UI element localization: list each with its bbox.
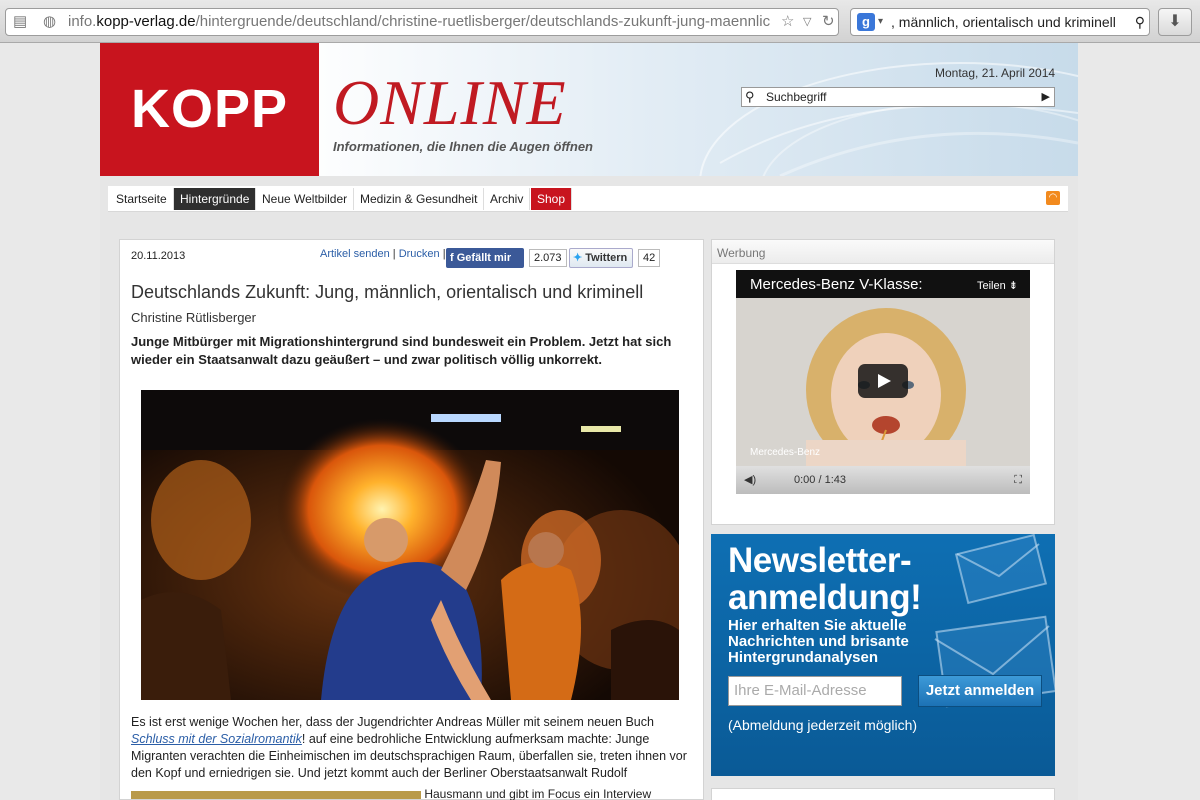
kopp-logo[interactable]: KOPP [100,43,319,176]
twitter-bird-icon: ✦ [573,252,586,264]
search-icon: ⚲ [745,89,755,104]
video-player[interactable]: Mercedes-Benz V-Klasse: Teilen ⇟ Mercede… [736,270,1030,494]
ad-label: Werbung [717,246,766,260]
body-more-text: Hausmann und gibt im Focus ein Interview [424,787,652,800]
newsletter-title: Newsletter-anmeldung! [728,541,922,617]
nav-item-medizin-gesundheit[interactable]: Medizin & Gesundheit [354,188,485,210]
browser-search-bar[interactable]: g ▾ , männlich, orientalisch und krimine… [850,8,1150,36]
email-field[interactable]: Ihre E-Mail-Adresse [728,676,902,706]
nav-item-neue-weltbilder[interactable]: Neue Weltbilder [256,188,355,210]
tagline: Informationen, die Ihnen die Augen öffne… [333,139,593,154]
body-start: Es ist erst wenige Wochen her, dass der … [131,715,654,729]
video-title[interactable]: Mercedes-Benz V-Klasse: [750,276,923,293]
globe-icon: ◍ [43,13,57,30]
share-button[interactable]: Teilen ⇟ [977,279,1018,292]
tweet-count: 42 [638,249,661,267]
video-time: 0:00 / 1:43 [794,474,846,486]
search-placeholder: Suchbegriff [766,90,827,104]
share-label: Teilen [976,280,1006,292]
url-path: /hintergruende/deutschland/christine-rue… [195,13,771,30]
brand-title[interactable]: ONLINE [333,71,567,135]
url-prefix: info. [68,13,97,30]
subscribe-button[interactable]: Jetzt anmelden [918,675,1042,707]
article-author[interactable]: Christine Rütlisberger [131,310,256,325]
article-card: 20.11.2013 Artikel senden | Drucken | f … [119,239,704,800]
play-button[interactable] [858,364,908,398]
ad-panel: Werbung Mercedes-Benz V-Klasse: Teilen ⇟… [711,239,1055,525]
address-bar[interactable]: ▤ ◍ info.kopp-verlag.de/hintergruende/de… [5,8,839,36]
article-photo [141,390,679,700]
fullscreen-icon[interactable]: ⛶ [1014,466,1022,494]
facebook-like-button[interactable]: f Gefällt mir [446,248,524,268]
site-search-input[interactable]: ⚲ Suchbegriff ▶ [741,87,1055,107]
bookmark-star-icon[interactable]: ☆ [781,9,794,35]
nav-item-shop[interactable]: Shop [531,188,573,210]
tweet-label: Twittern [585,252,628,264]
web-page: KOPP ONLINE Informationen, die Ihnen die… [100,43,1078,800]
download-icon: ⬇ [1168,13,1182,30]
article-tools: Artikel senden | Drucken | [320,248,446,260]
search-engine-dropdown-icon[interactable]: ▾ [878,9,883,35]
newsletter-title-line1: Newsletter- [728,541,912,580]
reload-icon[interactable]: ↻ [822,9,835,35]
unsubscribe-note: (Abmeldung jederzeit möglich) [728,717,918,733]
magnifier-icon[interactable]: ⚲ [1135,9,1145,35]
crowd-fire-photo [141,390,679,700]
like-label: Gefällt mir [456,252,512,264]
nav-item-startseite[interactable]: Startseite [110,188,174,210]
url-text[interactable]: info.kopp-verlag.de/hintergruende/deutsc… [68,9,778,35]
newsletter-title-line2: anmeldung! [728,578,922,617]
download-button[interactable]: ⬇ [1158,8,1192,36]
history-dropdown-icon[interactable]: ▽ [803,9,811,35]
newsletter-subtitle: Hier erhalten Sie aktuelle Nachrichten u… [728,617,909,666]
share-icon: ⇟ [1008,280,1018,292]
facebook-icon: f [450,252,457,264]
send-article-link[interactable]: Artikel senden [320,248,390,260]
globe-background-graphic [699,62,1078,176]
article-headline: Deutschlands Zukunft: Jung, männlich, or… [131,282,644,302]
article-lede: Junge Mitbürger mit Migrationshintergrun… [131,334,672,367]
rss-feed-icon[interactable]: ◠ [1046,191,1060,205]
twitter-tweet-button[interactable]: ✦ Twittern [569,248,633,268]
site-header: KOPP ONLINE Informationen, die Ihnen die… [100,43,1078,176]
inline-banner-image [131,790,421,799]
search-submit-arrow-icon[interactable]: ▶ [1042,88,1050,106]
article-date: 20.11.2013 [131,250,186,262]
book-link[interactable]: Schluss mit der Sozialromantik [131,732,302,746]
reader-icon[interactable]: ▤ [13,9,27,35]
nav-item-hintergruende[interactable]: Hintergründe [174,188,257,210]
print-link[interactable]: Drucken [399,248,440,260]
like-count: 2.073 [529,249,567,267]
browser-toolbar: ▤ ◍ info.kopp-verlag.de/hintergruende/de… [0,0,1200,43]
browser-search-text[interactable]: , männlich, orientalisch und kriminell [891,9,1116,35]
video-controls: ◀) 0:00 / 1:43 ⛶ [736,466,1030,494]
next-sidebar-box [711,788,1055,800]
main-navigation: Startseite Hintergründe Neue Weltbilder … [108,186,1068,212]
current-date: Montag, 21. April 2014 [935,66,1056,80]
volume-icon[interactable]: ◀) [744,466,756,494]
video-brand: Mercedes-Benz [750,447,821,458]
nav-item-archiv[interactable]: Archiv [484,188,531,210]
article-body-continued: Hausmann und gibt im Focus ein Interview [131,787,691,800]
newsletter-signup: Newsletter-anmeldung! Hier erhalten Sie … [711,534,1055,776]
url-domain: kopp-verlag.de [96,13,196,30]
article-body: Es ist erst wenige Wochen her, dass der … [131,714,691,782]
google-icon[interactable]: g [857,13,875,31]
